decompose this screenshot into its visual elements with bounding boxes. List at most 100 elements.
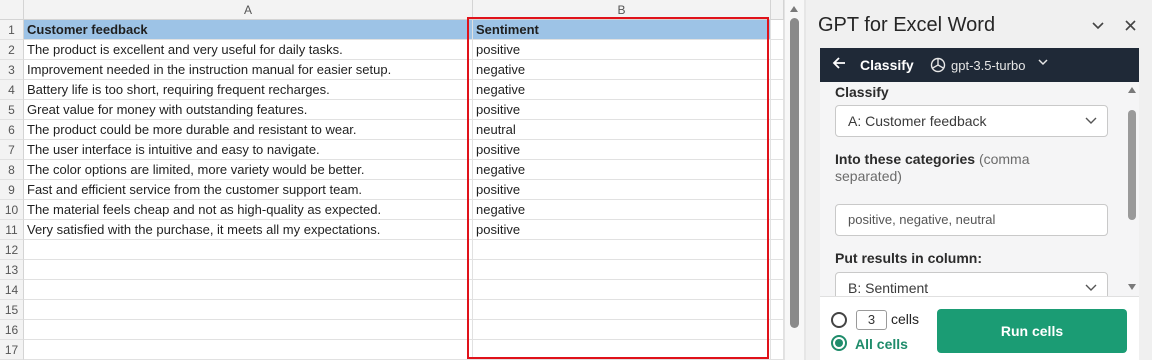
cell-sentiment[interactable]: negative [473, 60, 771, 80]
cell[interactable] [771, 60, 784, 80]
classify-source-select[interactable]: A: Customer feedback [835, 105, 1108, 137]
column-header-a[interactable]: A [24, 0, 473, 20]
cell-empty[interactable] [24, 280, 473, 300]
table-row: 15 [0, 300, 784, 320]
all-cells-label[interactable]: All cells [855, 336, 908, 352]
scroll-up-icon[interactable] [790, 6, 798, 12]
cell-empty[interactable] [24, 340, 473, 360]
row-number[interactable]: 8 [0, 160, 24, 180]
cell-empty[interactable] [24, 300, 473, 320]
cell-empty[interactable] [473, 320, 771, 340]
cell[interactable] [771, 40, 784, 60]
cell[interactable] [771, 200, 784, 220]
results-column-select[interactable]: B: Sentiment [835, 272, 1108, 296]
table-row: 2 The product is excellent and very usef… [0, 40, 784, 60]
row-number[interactable]: 9 [0, 180, 24, 200]
close-icon[interactable] [1120, 16, 1140, 36]
cell-empty[interactable] [24, 320, 473, 340]
cell-empty[interactable] [473, 300, 771, 320]
cell-empty[interactable] [24, 240, 473, 260]
table-row: 3 Improvement needed in the instruction … [0, 60, 784, 80]
cell-feedback[interactable]: Battery life is too short, requiring fre… [24, 80, 473, 100]
cell[interactable] [771, 160, 784, 180]
row-number[interactable]: 17 [0, 340, 24, 360]
cell-sentiment[interactable]: neutral [473, 120, 771, 140]
cell[interactable] [771, 100, 784, 120]
addin-navbar: Classify gpt-3.5-turbo [820, 48, 1139, 82]
cell[interactable] [771, 300, 784, 320]
cell-empty[interactable] [473, 240, 771, 260]
cells-count-input[interactable]: 3 [856, 310, 887, 330]
addin-panel: Classify gpt-3.5-turbo Classify A: Custo… [820, 48, 1139, 360]
row-number[interactable]: 11 [0, 220, 24, 240]
cell[interactable] [771, 220, 784, 240]
cell[interactable] [771, 180, 784, 200]
row-number[interactable]: 16 [0, 320, 24, 340]
chevron-down-icon[interactable] [1037, 56, 1049, 71]
run-cells-button[interactable]: Run cells [937, 309, 1127, 353]
table-row: 6 The product could be more durable and … [0, 120, 784, 140]
sheet-scrollbar[interactable] [784, 0, 804, 360]
row-number[interactable]: 10 [0, 200, 24, 220]
pane-scrollbar[interactable] [1125, 82, 1139, 296]
row-number[interactable]: 14 [0, 280, 24, 300]
model-selector[interactable]: gpt-3.5-turbo [951, 58, 1025, 73]
categories-input[interactable]: positive, negative, neutral [835, 204, 1108, 236]
arrow-left-icon[interactable] [828, 54, 850, 76]
cells-radio[interactable] [831, 312, 847, 328]
cell-feedback[interactable]: Great value for money with outstanding f… [24, 100, 473, 120]
column-header-b[interactable]: B [473, 0, 771, 20]
row-number[interactable]: 6 [0, 120, 24, 140]
chevron-down-icon[interactable] [1088, 16, 1108, 36]
cell[interactable] [771, 120, 784, 140]
scroll-up-icon[interactable] [1128, 87, 1136, 93]
row-number[interactable]: 15 [0, 300, 24, 320]
cell[interactable] [771, 80, 784, 100]
cell[interactable] [771, 140, 784, 160]
column-header-c[interactable] [771, 0, 784, 20]
cell-feedback[interactable]: The product could be more durable and re… [24, 120, 473, 140]
cell[interactable] [771, 260, 784, 280]
cell-sentiment[interactable]: positive [473, 140, 771, 160]
row-number[interactable]: 5 [0, 100, 24, 120]
cell-empty[interactable] [473, 280, 771, 300]
row-number[interactable]: 12 [0, 240, 24, 260]
cell-feedback[interactable]: The color options are limited, more vari… [24, 160, 473, 180]
cell-feedback[interactable]: The material feels cheap and not as high… [24, 200, 473, 220]
cell-feedback[interactable]: Improvement needed in the instruction ma… [24, 60, 473, 80]
cell[interactable] [771, 20, 784, 40]
cell-empty[interactable] [24, 260, 473, 280]
all-cells-radio[interactable] [831, 335, 847, 351]
cell[interactable] [771, 280, 784, 300]
categories-label-text: Into these categories [835, 151, 976, 167]
row-number[interactable]: 7 [0, 140, 24, 160]
cell-feedback[interactable]: Very satisfied with the purchase, it mee… [24, 220, 473, 240]
cell-b1[interactable]: Sentiment [473, 20, 771, 40]
select-all-corner[interactable] [0, 0, 24, 20]
cell-sentiment[interactable]: positive [473, 220, 771, 240]
cell-empty[interactable] [473, 340, 771, 360]
cell-sentiment[interactable]: negative [473, 160, 771, 180]
row-number[interactable]: 1 [0, 20, 24, 40]
cell-empty[interactable] [473, 260, 771, 280]
cell-feedback[interactable]: The product is excellent and very useful… [24, 40, 473, 60]
scroll-down-icon[interactable] [1128, 284, 1136, 290]
cell[interactable] [771, 340, 784, 360]
cell-sentiment[interactable]: positive [473, 100, 771, 120]
cell-sentiment[interactable]: negative [473, 80, 771, 100]
scroll-thumb[interactable] [790, 18, 799, 328]
cell-a1[interactable]: Customer feedback [24, 20, 473, 40]
cell-sentiment[interactable]: positive [473, 180, 771, 200]
cell-sentiment[interactable]: negative [473, 200, 771, 220]
row-number[interactable]: 3 [0, 60, 24, 80]
cell[interactable] [771, 240, 784, 260]
row-number[interactable]: 13 [0, 260, 24, 280]
cell[interactable] [771, 320, 784, 340]
row-number[interactable]: 2 [0, 40, 24, 60]
cell-feedback[interactable]: The user interface is intuitive and easy… [24, 140, 473, 160]
row-number[interactable]: 4 [0, 80, 24, 100]
openai-icon[interactable] [929, 56, 947, 74]
cell-feedback[interactable]: Fast and efficient service from the cust… [24, 180, 473, 200]
cell-sentiment[interactable]: positive [473, 40, 771, 60]
scroll-thumb[interactable] [1128, 110, 1136, 220]
